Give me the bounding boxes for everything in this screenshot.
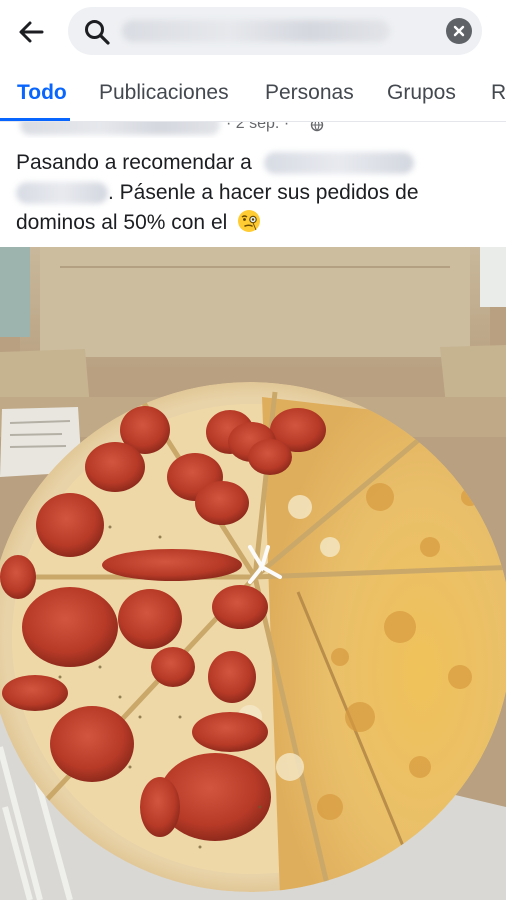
post-text-line-1: Pasando a recomendar a [16, 148, 496, 178]
search-box[interactable] [68, 7, 482, 55]
redacted-mention-2[interactable] [16, 182, 108, 205]
back-arrow-icon [19, 21, 44, 43]
pizza-photo [0, 247, 506, 900]
tab-more-cut-off[interactable]: R [491, 81, 506, 105]
post-text: Pasando a recomendar a . Pásenle a hacer… [16, 148, 496, 238]
post-text-part-3: dominos al 50% con el [16, 211, 228, 234]
clear-search-button[interactable] [446, 18, 472, 44]
tab-personas[interactable]: Personas [265, 81, 354, 105]
post-photo[interactable] [0, 247, 506, 900]
post-text-part-1: Pasando a recomendar a [16, 151, 252, 174]
monocle-face-emoji [238, 210, 261, 232]
search-filter-tabs: Todo Publicaciones Personas Grupos R [0, 66, 506, 122]
redacted-search-query [122, 20, 390, 42]
search-icon [85, 20, 110, 45]
tab-publicaciones[interactable]: Publicaciones [99, 81, 229, 105]
tabs-divider [0, 121, 506, 122]
top-bar [0, 0, 506, 62]
redacted-mention-1[interactable] [263, 152, 414, 175]
tab-todo[interactable]: Todo [17, 81, 67, 105]
back-button[interactable] [12, 12, 52, 52]
tab-grupos[interactable]: Grupos [387, 81, 456, 105]
post-text-line-2: . Pásenle a hacer sus pedidos de [16, 178, 496, 208]
close-icon [453, 25, 465, 37]
post-text-part-2: . Pásenle a hacer sus pedidos de [108, 181, 419, 204]
post-text-line-3: dominos al 50% con el [16, 208, 496, 238]
